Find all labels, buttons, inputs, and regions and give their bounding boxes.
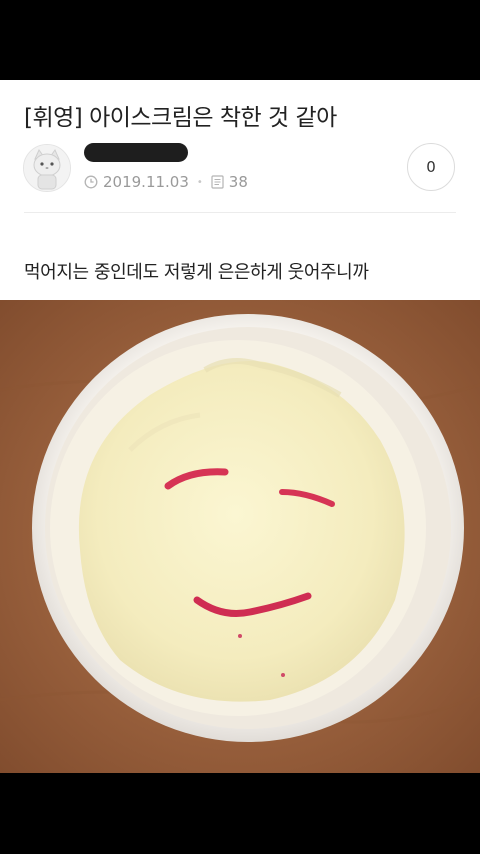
post-photo xyxy=(0,300,480,773)
post-meta: 2019.11.03 • 38 xyxy=(84,172,248,192)
clock-icon xyxy=(84,175,98,189)
view-count: 38 xyxy=(228,173,248,191)
cat-avatar-icon xyxy=(24,145,70,191)
post-card: [휘영] 아이스크림은 착한 것 같아 2019.11.03 • 38 0 먹어… xyxy=(0,80,480,300)
screen: [휘영] 아이스크림은 착한 것 같아 2019.11.03 • 38 0 먹어… xyxy=(0,0,480,854)
post-date: 2019.11.03 xyxy=(103,173,189,191)
divider xyxy=(24,212,456,213)
meta-separator: • xyxy=(196,176,203,188)
author-name-redacted xyxy=(84,143,188,162)
comment-count-button[interactable]: 0 xyxy=(407,143,455,191)
document-icon xyxy=(211,175,224,189)
post-title: [휘영] 아이스크림은 착한 것 같아 xyxy=(24,105,337,131)
post-body-text: 먹어지는 중인데도 저렇게 은은하게 웃어주니까 xyxy=(24,262,369,283)
ice-cream-photo xyxy=(0,300,480,773)
comment-count: 0 xyxy=(426,158,436,176)
author-avatar[interactable] xyxy=(23,144,71,192)
